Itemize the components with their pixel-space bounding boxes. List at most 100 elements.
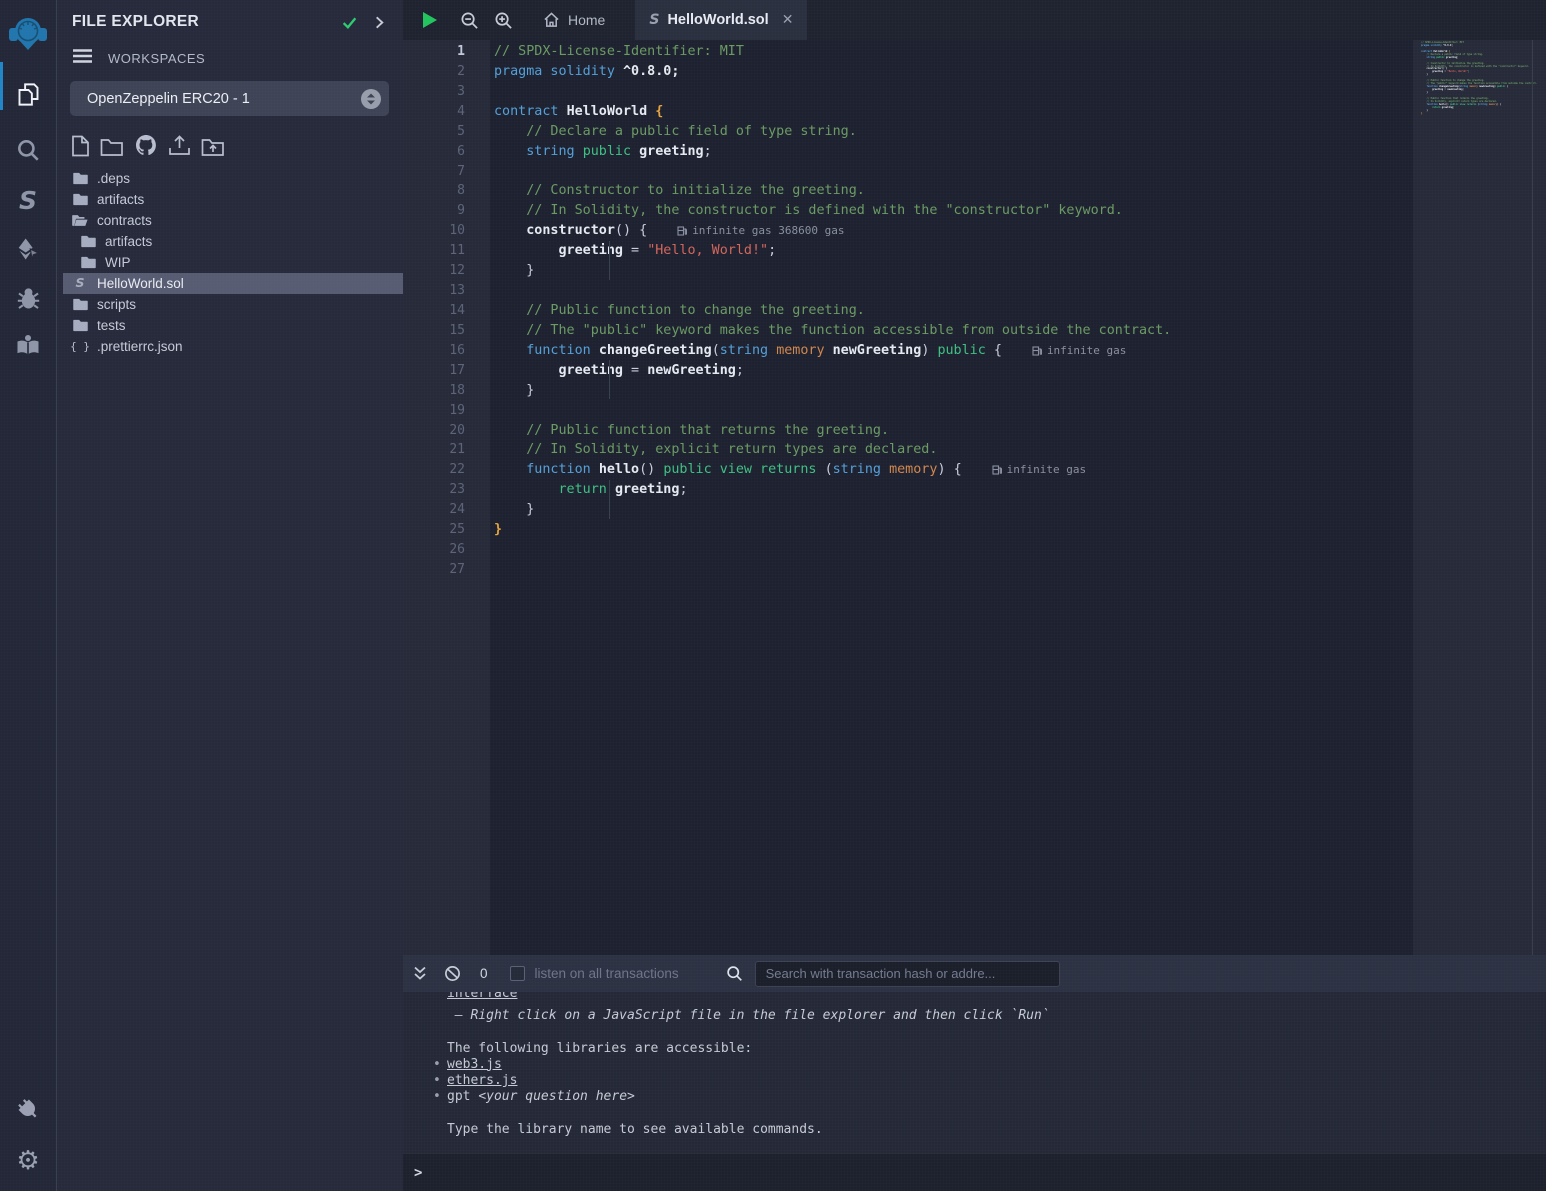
terminal-line: – Right click on a JavaScript file in th… [447,1008,1546,1024]
tree-item-tests[interactable]: tests [57,315,403,336]
tree-item-helloworld-sol[interactable]: S HelloWorld.sol [63,273,403,294]
code-line[interactable]: constructor() {infinite gas 368600 gas [494,221,1546,241]
debugger-icon[interactable] [0,280,57,316]
terminal-search-icon [726,965,743,982]
tree-item-contracts[interactable]: contracts [57,210,403,231]
remix-ide-window: S [0,0,1546,1191]
code-line[interactable]: } [494,261,1546,281]
remix-logo[interactable] [0,8,57,58]
file-explorer-icon[interactable] [0,72,57,116]
terminal-line: Type the library name to see available c… [447,1122,1546,1138]
terminal-link[interactable]: ethers.js [447,1073,517,1088]
code-line[interactable]: pragma solidity ^0.8.0; [494,62,1546,82]
tree-item--prettierrc-json[interactable]: { } .prettierrc.json [57,336,403,357]
upload-file-icon[interactable] [168,135,191,157]
panel-title: FILE EXPLORER [72,13,327,31]
new-folder-icon[interactable] [100,137,124,157]
code-line[interactable]: // In Solidity, the constructor is defin… [494,201,1546,221]
accept-check-icon[interactable] [341,14,358,31]
deploy-run-icon[interactable] [0,230,57,268]
plugin-manager-icon[interactable] [0,1089,57,1129]
code-line[interactable]: contract HelloWorld { [494,102,1546,122]
line-number: 6 [403,142,490,162]
code-line[interactable]: return greeting; [494,480,1546,500]
clear-console-icon[interactable] [444,965,461,982]
tree-item-artifacts[interactable]: artifacts [57,231,403,252]
tree-item--deps[interactable]: .deps [57,168,403,189]
tree-item-label: .prettierrc.json [97,339,183,354]
solidity-icon: S [72,277,88,290]
minimap[interactable]: // SPDX-License-Identifier: MITpragma so… [1413,40,1546,121]
folder-icon [72,298,88,311]
code-line[interactable]: // In Solidity, explicit return types ar… [494,440,1546,460]
zoom-out-icon[interactable] [460,0,479,40]
code-line[interactable] [494,281,1546,301]
folder-icon [80,256,96,269]
code-line[interactable] [494,560,1546,580]
terminal-line: interface [447,992,1546,1008]
learneth-icon[interactable] [0,328,57,362]
code-line[interactable]: // Public function to change the greetin… [494,301,1546,321]
folder-icon [72,319,88,332]
new-file-icon[interactable] [71,135,90,157]
code-line[interactable]: // Public function that returns the gree… [494,421,1546,441]
solidity-compiler-icon[interactable]: S [0,182,57,218]
listen-transactions-checkbox[interactable] [510,966,525,981]
tab-home[interactable]: Home [529,0,619,40]
terminal-output[interactable]: interface – Right click on a JavaScript … [403,992,1546,1153]
code-line[interactable]: greeting = newGreeting; [494,361,1546,381]
line-number: 3 [403,82,490,102]
code-content[interactable]: // SPDX-License-Identifier: MITpragma so… [490,40,1546,580]
settings-icon[interactable]: ⚙ [0,1141,57,1181]
code-line[interactable]: // SPDX-License-Identifier: MIT [494,42,1546,62]
code-editor[interactable]: 1234567891011121314151617181920212223242… [403,40,1546,955]
code-line[interactable]: function hello() public view returns (st… [494,460,1546,480]
run-script-button[interactable] [421,0,438,40]
terminal-header: 0 listen on all transactions [403,955,1546,992]
code-line[interactable]: } [494,500,1546,520]
tab-helloworld-sol[interactable]: S HelloWorld.sol ✕ [635,0,807,40]
workspace-select[interactable]: OpenZeppelin ERC20 - 1 [70,81,389,116]
terminal-link[interactable]: web3.js [447,1057,502,1072]
tab-close-icon[interactable]: ✕ [782,12,794,28]
code-line[interactable] [494,401,1546,421]
code-line[interactable]: } [494,520,1546,540]
upload-folder-icon[interactable] [201,137,225,157]
tab-bar: Home S HelloWorld.sol ✕ [403,0,1546,40]
tree-item-artifacts[interactable]: artifacts [57,189,403,210]
code-line[interactable]: // The "public" keyword makes the functi… [494,321,1546,341]
code-line[interactable]: greeting = "Hello, World!"; [494,241,1546,261]
terminal-link[interactable]: interface [447,992,1546,1002]
panel-header: FILE EXPLORER [57,0,403,31]
tree-item-label: contracts [97,213,152,228]
code-line[interactable]: } [494,381,1546,401]
line-number: 27 [403,560,490,580]
github-clone-icon[interactable] [134,133,158,157]
tree-item-wip[interactable]: WIP [57,252,403,273]
code-line[interactable]: string public greeting; [494,142,1546,162]
line-number: 2 [403,62,490,82]
code-line[interactable]: function changeGreeting(string memory ne… [494,341,1546,361]
line-number: 23 [403,480,490,500]
editor-area: Home S HelloWorld.sol ✕ 1234567891011121… [403,0,1546,1191]
terminal-prompt-row[interactable]: > [403,1153,1546,1191]
tree-item-scripts[interactable]: scripts [57,294,403,315]
editor-scrollbar[interactable] [1532,40,1533,955]
line-number: 4 [403,102,490,122]
code-line[interactable]: // Declare a public field of type string… [494,122,1546,142]
code-line[interactable] [494,540,1546,560]
minimap-line [1421,118,1546,121]
chevron-right-icon[interactable] [372,15,387,30]
code-line[interactable] [494,162,1546,182]
hamburger-menu-icon[interactable] [72,48,93,69]
search-icon[interactable] [0,132,57,168]
line-number: 17 [403,361,490,381]
tree-item-label: HelloWorld.sol [97,276,184,291]
line-number: 14 [403,301,490,321]
terminal-search-input[interactable] [755,961,1060,987]
terminal-expand-icon[interactable] [413,966,427,981]
code-line[interactable] [494,82,1546,102]
braces-icon: { } [72,340,88,353]
code-line[interactable]: // Constructor to initialize the greetin… [494,181,1546,201]
zoom-in-icon[interactable] [494,0,513,40]
